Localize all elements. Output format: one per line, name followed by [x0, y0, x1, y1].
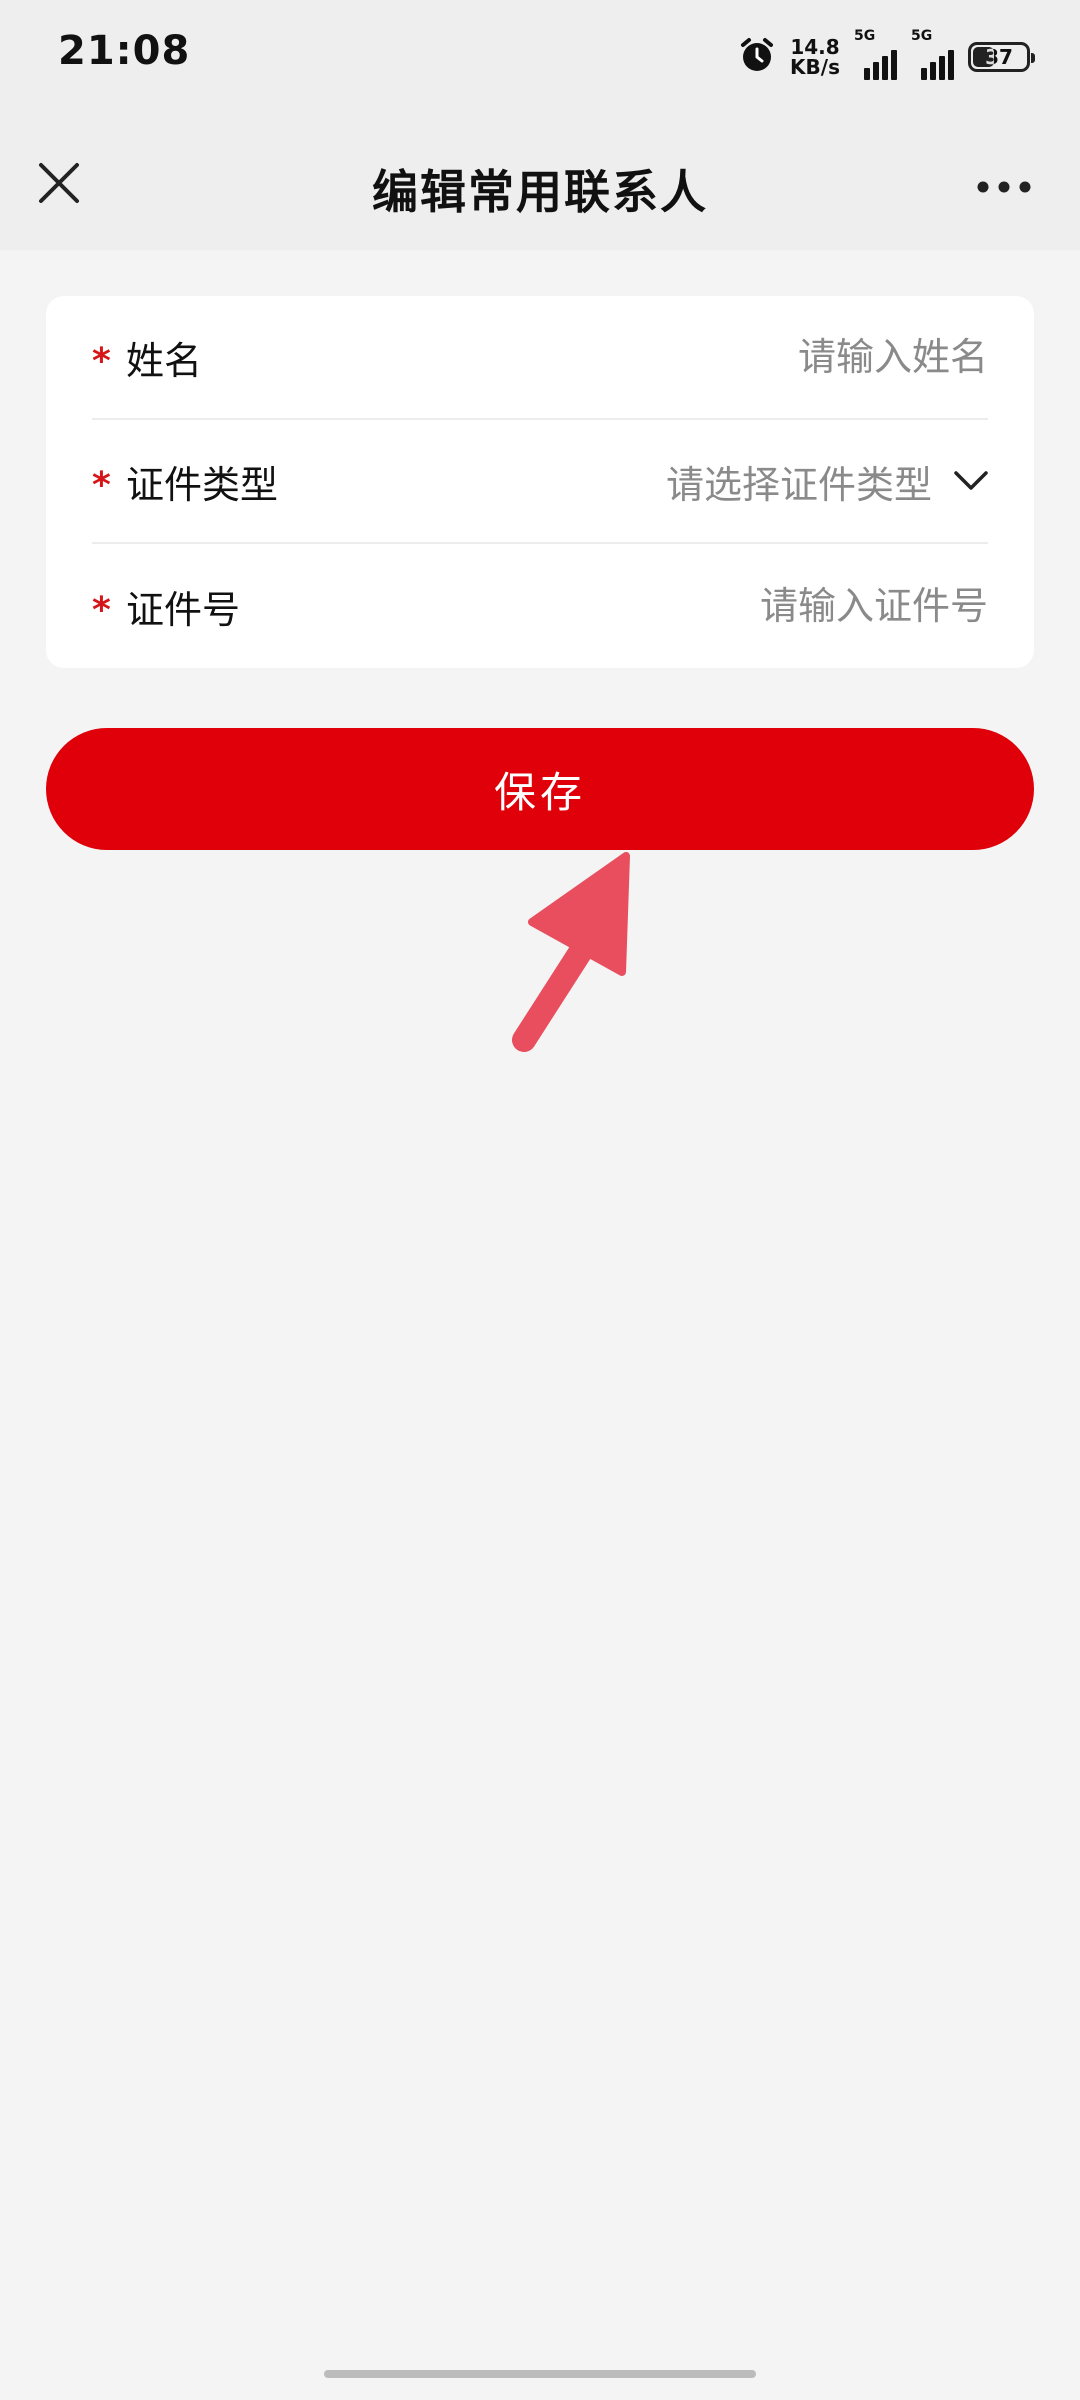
- id-number-label: 证件号: [126, 587, 241, 632]
- battery-percent: 37: [985, 45, 1013, 69]
- form-row-name: * 姓名: [92, 296, 988, 420]
- more-icon: [977, 181, 1031, 193]
- signal-bar: [864, 68, 870, 80]
- signal-bar: [948, 50, 954, 80]
- form-row-id-type: * 证件类型 请选择证件类型: [92, 420, 988, 544]
- home-indicator[interactable]: [324, 2370, 756, 2378]
- signal-bar: [873, 62, 879, 80]
- id-type-label: 证件类型: [126, 462, 279, 507]
- battery-icon: 37: [968, 42, 1035, 72]
- required-mark: *: [92, 464, 111, 506]
- more-button[interactable]: [964, 162, 1044, 212]
- id-number-input[interactable]: [240, 584, 988, 628]
- status-time: 21:08: [58, 28, 191, 74]
- signal-bar: [939, 56, 945, 80]
- net-speed-unit: KB/s: [790, 55, 840, 79]
- signal-bar: [882, 56, 888, 80]
- status-icons: 14.8 KB/s 5G 5G 37: [738, 28, 1035, 82]
- status-bar: 21:08 14.8 KB/s 5G 5G 37: [0, 0, 1080, 120]
- signal-bar: [921, 68, 927, 80]
- form-row-id-number: * 证件号: [92, 544, 988, 668]
- signal-bar: [930, 62, 936, 80]
- page-title: 编辑常用联系人: [372, 165, 708, 219]
- required-mark: *: [92, 340, 111, 382]
- annotation-arrow-icon: [512, 852, 630, 1052]
- alarm-icon: [738, 36, 776, 78]
- id-type-select[interactable]: 请选择证件类型: [278, 454, 988, 509]
- nav-bar: 编辑常用联系人: [0, 120, 1080, 250]
- id-type-placeholder: 请选择证件类型: [665, 462, 932, 507]
- contact-form: * 姓名 * 证件类型 请选择证件类型 * 证件号: [46, 296, 1034, 668]
- name-input[interactable]: [202, 335, 988, 379]
- net-speed: 14.8 KB/s: [790, 37, 840, 77]
- name-label: 姓名: [126, 338, 203, 383]
- chevron-down-icon: [954, 471, 988, 490]
- signal-label: 5G: [911, 28, 933, 44]
- required-mark: *: [92, 589, 111, 631]
- net-speed-value: 14.8: [790, 35, 840, 59]
- signal-icon: 5G: [911, 28, 954, 80]
- signal-bar: [891, 50, 897, 80]
- save-button[interactable]: 保存: [46, 728, 1034, 850]
- signal-label: 5G: [854, 28, 876, 44]
- signal-icon: 5G: [854, 28, 897, 80]
